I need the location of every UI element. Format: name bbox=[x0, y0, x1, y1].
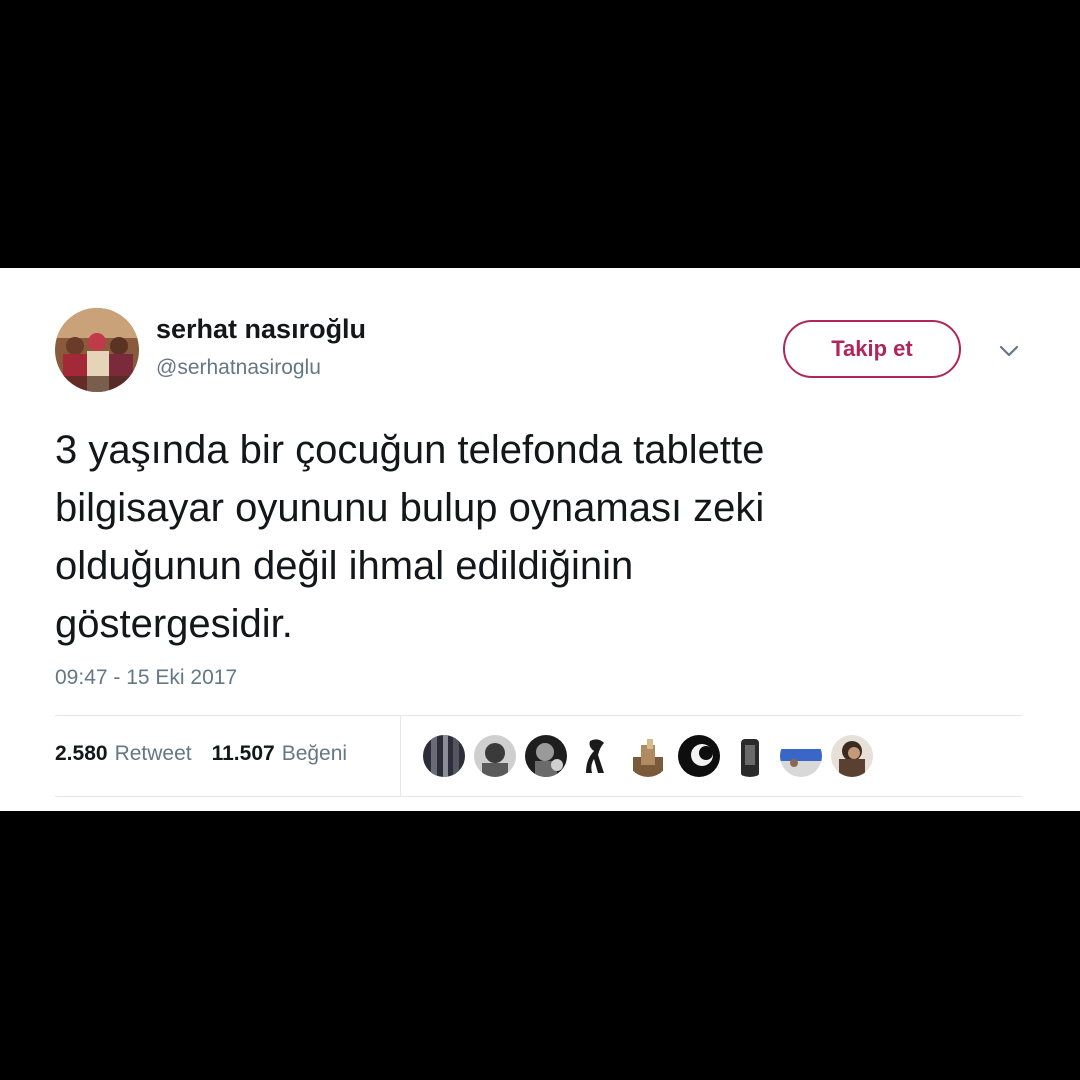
screenshot-frame: serhat nasıroğlu @serhatnasiroglu Takip … bbox=[0, 0, 1080, 1080]
liker-avatar[interactable] bbox=[831, 735, 873, 777]
author-avatar[interactable] bbox=[55, 308, 139, 392]
author-handle[interactable]: @serhatnasiroglu bbox=[156, 356, 321, 380]
tweet-card: serhat nasıroğlu @serhatnasiroglu Takip … bbox=[0, 268, 1080, 811]
retweet-label[interactable]: Retweet bbox=[115, 742, 192, 766]
avatar-photo-icon bbox=[55, 308, 139, 392]
retweet-count[interactable]: 2.580 bbox=[55, 742, 108, 766]
tweet-text: 3 yaşında bir çocuğun telefonda tablette… bbox=[55, 428, 765, 646]
follow-button[interactable]: Takip et bbox=[783, 320, 961, 378]
liker-avatar[interactable] bbox=[423, 735, 465, 777]
divider bbox=[400, 715, 401, 796]
author-display-name[interactable]: serhat nasıroğlu bbox=[156, 314, 366, 345]
liker-avatar[interactable] bbox=[474, 735, 516, 777]
liker-avatar[interactable] bbox=[627, 735, 669, 777]
liker-avatar[interactable] bbox=[576, 735, 618, 777]
divider bbox=[55, 796, 1022, 797]
divider bbox=[55, 715, 1022, 716]
like-label[interactable]: Beğeni bbox=[282, 742, 347, 766]
tweet-timestamp[interactable]: 09:47 - 15 Eki 2017 bbox=[55, 666, 237, 690]
chevron-down-icon[interactable] bbox=[996, 342, 1022, 360]
liker-avatar[interactable] bbox=[729, 735, 771, 777]
tweet-stats: 2.580 Retweet 11.507 Beğeni bbox=[55, 742, 367, 766]
liker-avatars bbox=[423, 735, 873, 777]
like-count[interactable]: 11.507 bbox=[212, 742, 275, 766]
liker-avatar[interactable] bbox=[678, 735, 720, 777]
liker-avatar[interactable] bbox=[780, 735, 822, 777]
liker-avatar[interactable] bbox=[525, 735, 567, 777]
